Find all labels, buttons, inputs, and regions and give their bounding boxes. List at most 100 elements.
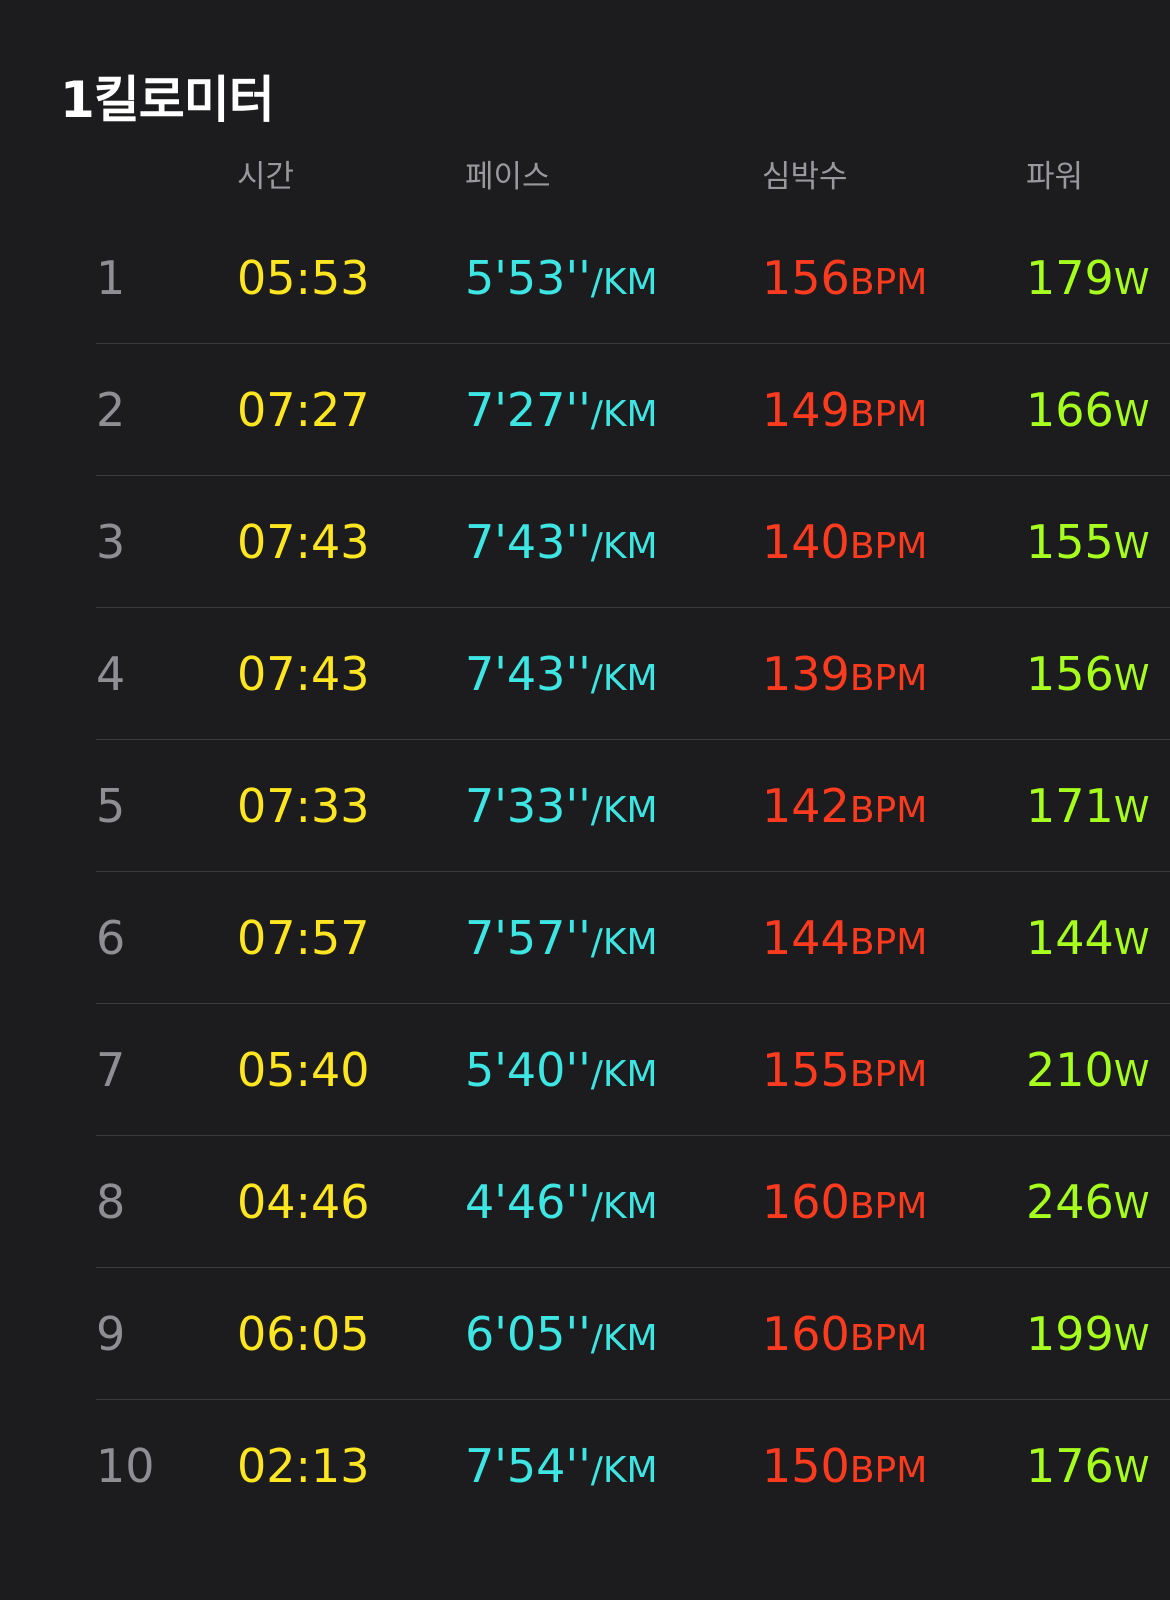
split-heart-rate-value: 150 [762, 1439, 850, 1493]
split-heart-rate: 144BPM [762, 872, 927, 1004]
split-power-unit: W [1113, 1318, 1150, 1359]
split-heart-rate: 160BPM [762, 1268, 927, 1400]
split-pace: 4'46''/KM [465, 1136, 658, 1268]
split-row: 4 07:43 7'43''/KM 139BPM 156W [0, 608, 1170, 740]
split-index-value: 6 [96, 911, 126, 965]
split-power-unit: W [1113, 922, 1150, 963]
split-power-unit: W [1113, 658, 1150, 699]
split-power-unit: W [1113, 526, 1150, 567]
split-pace: 5'40''/KM [465, 1004, 658, 1136]
split-heart-rate: 155BPM [762, 1004, 927, 1136]
split-heart-rate: 139BPM [762, 608, 927, 740]
split-time: 02:13 [237, 1400, 370, 1532]
split-index: 1 [96, 212, 125, 344]
split-pace-value: 7'54'' [465, 1439, 591, 1493]
split-row: 6 07:57 7'57''/KM 144BPM 144W [0, 872, 1170, 1004]
split-heart-rate-unit: BPM [849, 790, 928, 831]
split-power: 210W [1026, 1004, 1149, 1136]
split-index: 2 [96, 344, 125, 476]
split-index: 6 [96, 872, 125, 1004]
split-time-value: 06:05 [237, 1307, 370, 1361]
split-power: 144W [1026, 872, 1149, 1004]
split-index-value: 9 [96, 1307, 126, 1361]
split-index: 8 [96, 1136, 125, 1268]
split-index-value: 4 [96, 647, 126, 701]
split-power: 246W [1026, 1136, 1149, 1268]
split-pace: 7'27''/KM [465, 344, 658, 476]
split-pace-value: 5'53'' [465, 251, 591, 305]
split-power-unit: W [1113, 1186, 1150, 1227]
split-index: 7 [96, 1004, 125, 1136]
split-power-value: 155 [1026, 515, 1114, 569]
split-index: 10 [96, 1400, 155, 1532]
split-pace-value: 6'05'' [465, 1307, 591, 1361]
split-heart-rate: 150BPM [762, 1400, 927, 1532]
split-index-value: 5 [96, 779, 126, 833]
split-heart-rate-value: 144 [762, 911, 850, 965]
split-pace-unit: /KM [590, 526, 658, 567]
split-heart-rate: 140BPM [762, 476, 927, 608]
split-index: 3 [96, 476, 125, 608]
split-time-value: 05:40 [237, 1043, 370, 1097]
split-index-value: 3 [96, 515, 126, 569]
split-pace-unit: /KM [590, 1318, 658, 1359]
split-pace: 7'57''/KM [465, 872, 658, 1004]
split-index: 9 [96, 1268, 125, 1400]
split-pace-unit: /KM [590, 790, 658, 831]
split-heart-rate: 156BPM [762, 212, 927, 344]
split-index: 4 [96, 608, 125, 740]
split-pace: 7'33''/KM [465, 740, 658, 872]
split-pace-value: 7'57'' [465, 911, 591, 965]
split-row: 8 04:46 4'46''/KM 160BPM 246W [0, 1136, 1170, 1268]
split-power: 166W [1026, 344, 1149, 476]
splits-list: 1 05:53 5'53''/KM 156BPM 179W 2 07:27 7'27''/KM… [0, 212, 1170, 1532]
split-heart-rate-value: 160 [762, 1175, 850, 1229]
header-power: 파워 [1026, 159, 1084, 195]
split-heart-rate-value: 140 [762, 515, 850, 569]
split-heart-rate-value: 142 [762, 779, 850, 833]
split-power-value: 156 [1026, 647, 1114, 701]
split-heart-rate-unit: BPM [849, 526, 928, 567]
split-pace-value: 7'43'' [465, 647, 591, 701]
column-header-row: 시간 페이스 심박수 파워 [0, 152, 1170, 202]
split-index-value: 10 [96, 1439, 155, 1493]
split-power-value: 246 [1026, 1175, 1114, 1229]
split-pace-unit: /KM [590, 1450, 658, 1491]
split-power-unit: W [1113, 394, 1150, 435]
split-time: 07:27 [237, 344, 370, 476]
split-heart-rate-value: 149 [762, 383, 850, 437]
split-heart-rate-unit: BPM [849, 1450, 928, 1491]
split-heart-rate: 142BPM [762, 740, 927, 872]
split-time: 05:53 [237, 212, 370, 344]
split-pace-value: 7'43'' [465, 515, 591, 569]
split-power-unit: W [1113, 1450, 1150, 1491]
split-pace-value: 7'33'' [465, 779, 591, 833]
split-pace: 7'54''/KM [465, 1400, 658, 1532]
split-heart-rate-unit: BPM [849, 1318, 928, 1359]
split-power-value: 179 [1026, 251, 1114, 305]
split-pace-unit: /KM [590, 1054, 658, 1095]
split-pace-value: 5'40'' [465, 1043, 591, 1097]
splits-screen: 1킬로미터 시간 페이스 심박수 파워 1 05:53 5'53''/KM 156BP… [0, 0, 1170, 1600]
split-power: 199W [1026, 1268, 1149, 1400]
split-index: 5 [96, 740, 125, 872]
split-heart-rate: 160BPM [762, 1136, 927, 1268]
split-index-value: 7 [96, 1043, 126, 1097]
split-power-value: 144 [1026, 911, 1114, 965]
split-heart-rate-unit: BPM [849, 922, 928, 963]
split-power-unit: W [1113, 262, 1150, 303]
split-pace: 5'53''/KM [465, 212, 658, 344]
split-index-value: 1 [96, 251, 126, 305]
header-time: 시간 [237, 159, 295, 195]
split-row: 1 05:53 5'53''/KM 156BPM 179W [0, 212, 1170, 344]
split-time: 07:57 [237, 872, 370, 1004]
split-pace: 6'05''/KM [465, 1268, 658, 1400]
split-time-value: 07:43 [237, 647, 370, 701]
split-heart-rate-unit: BPM [849, 1054, 928, 1095]
split-heart-rate: 149BPM [762, 344, 927, 476]
split-time-value: 07:43 [237, 515, 370, 569]
split-time: 06:05 [237, 1268, 370, 1400]
split-heart-rate-unit: BPM [849, 658, 928, 699]
split-power-value: 171 [1026, 779, 1114, 833]
split-row: 7 05:40 5'40''/KM 155BPM 210W [0, 1004, 1170, 1136]
